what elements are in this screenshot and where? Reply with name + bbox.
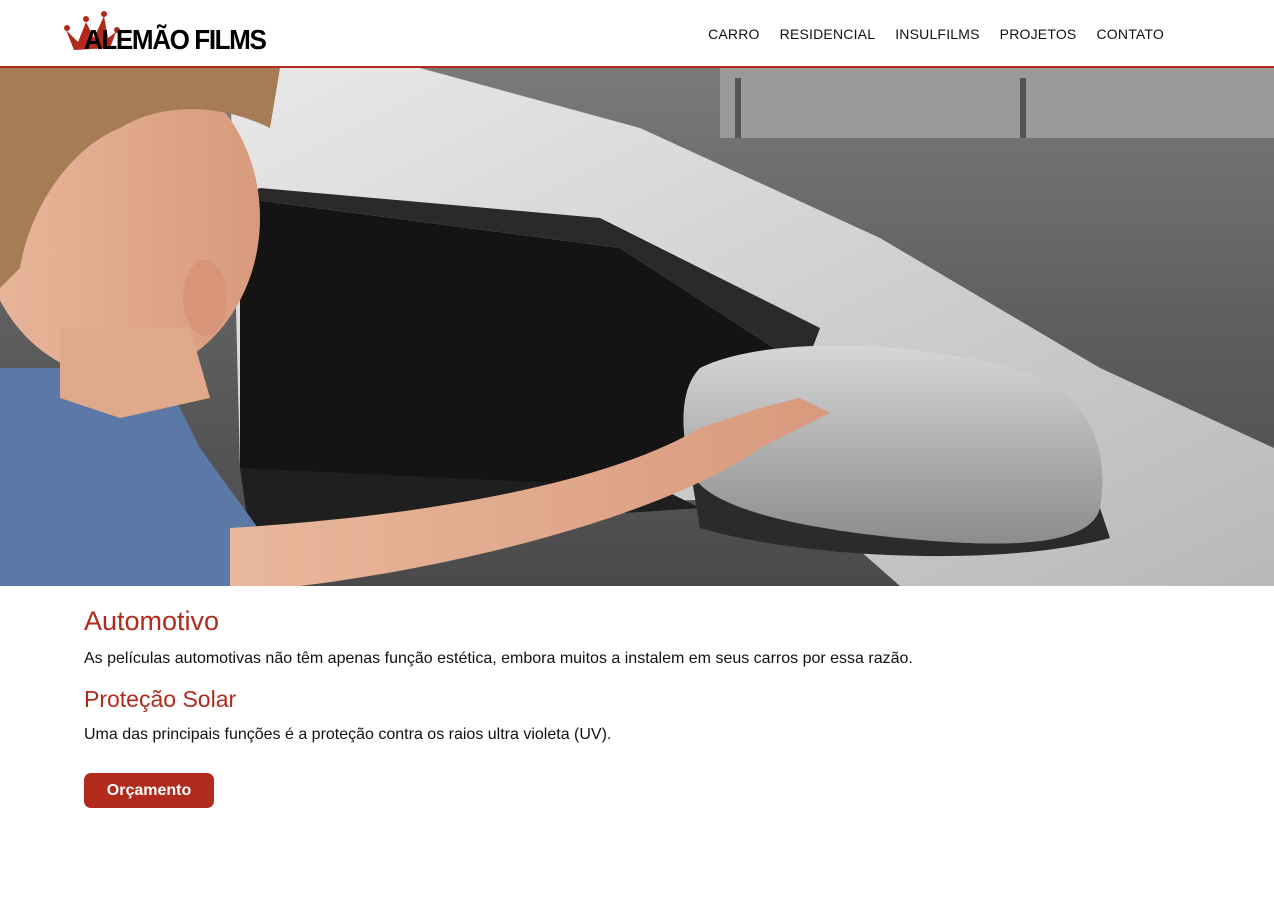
brand-wordmark: ALEMÃO FILMS [84,24,267,55]
section-subtitle: Proteção Solar [84,686,237,712]
nav-item-residencial[interactable]: RESIDENCIAL [780,26,876,42]
nav-item-insulfilms[interactable]: INSULFILMS [895,26,979,42]
nav-item-carro[interactable]: CARRO [708,26,760,42]
section-description: As películas automotivas não têm apenas … [84,650,913,667]
section-subtitle-description: Uma das principais funções é a proteção … [84,726,612,743]
hero-illustration [0,68,1274,586]
brand-logo[interactable]: ALEMÃO FILMS [64,8,269,58]
hero-image [0,68,1274,586]
nav-item-contato[interactable]: CONTATO [1096,26,1164,42]
site-header: ALEMÃO FILMS CARRO RESIDENCIAL INSULFILM… [0,0,1274,68]
orcamento-button[interactable]: Orçamento [84,773,214,808]
nav-item-projetos[interactable]: PROJETOS [1000,26,1077,42]
section-title: Automotivo [84,606,220,636]
main-nav: CARRO RESIDENCIAL INSULFILMS PROJETOS CO… [708,26,1164,42]
